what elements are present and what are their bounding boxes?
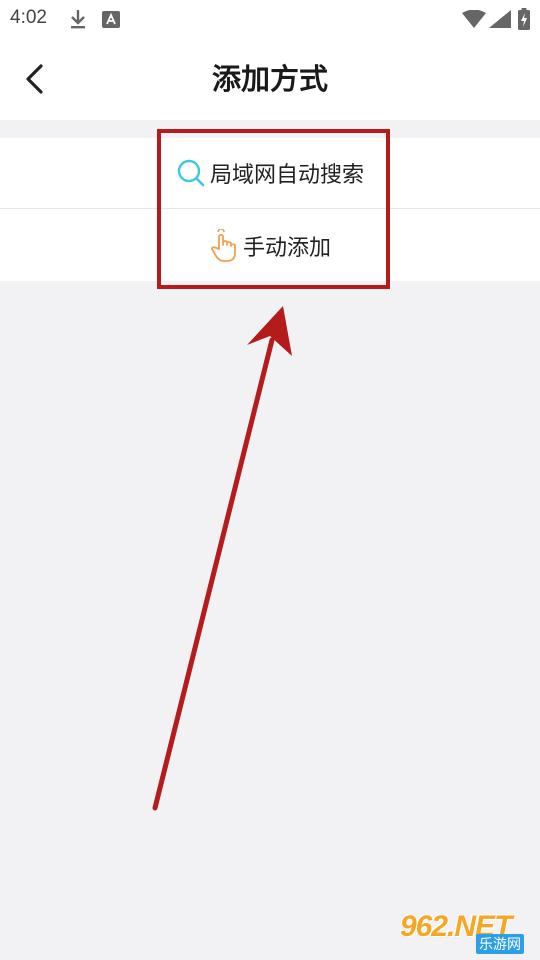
option-manual-add[interactable]: 手动添加 [0,210,540,281]
page-title: 添加方式 [211,62,328,96]
option-lan-auto-search[interactable]: 局域网自动搜索 [0,138,540,209]
option-label: 局域网自动搜索 [209,163,364,188]
status-bar: 4:02 [0,0,540,38]
search-icon [177,159,205,187]
download-icon [68,8,88,34]
hand-pointer-icon [211,228,236,262]
add-method-list: 局域网自动搜索 手动添加 [0,138,540,281]
wifi-icon [462,9,486,32]
status-time: 4:02 [10,7,47,28]
watermark-logo: 962.NET 乐游网 [400,910,534,956]
chevron-left-icon [26,64,43,94]
option-label: 手动添加 [242,235,331,261]
app-header: 添加方式 [0,38,540,120]
signal-icon [489,10,511,32]
app-notification-icon [102,11,120,32]
battery-charging-icon [518,8,530,34]
watermark-sub-text: 乐游网 [476,934,524,954]
back-button[interactable] [14,56,54,102]
